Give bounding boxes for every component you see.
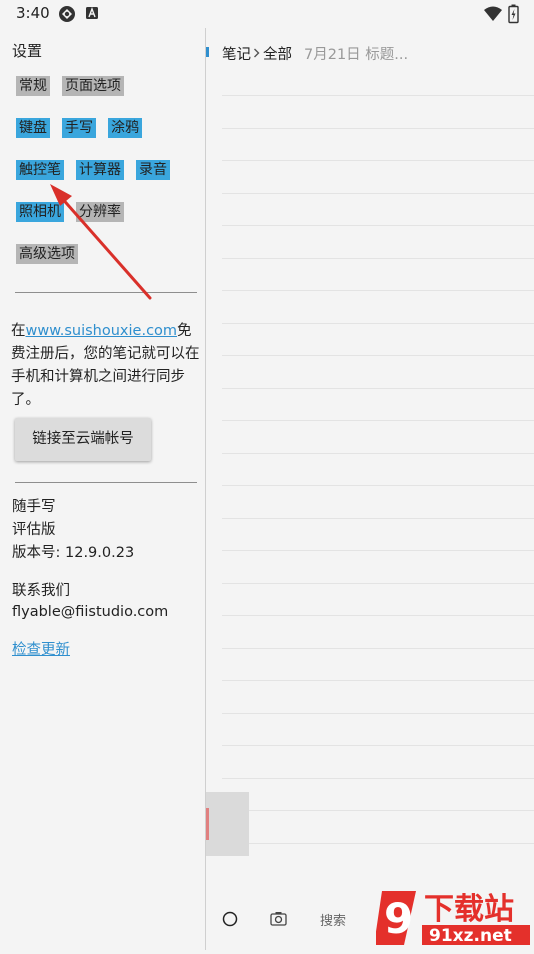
annotation-arrow-icon xyxy=(50,184,152,300)
watermark-brand: 下载站 xyxy=(424,892,514,927)
watermark-number: 9 xyxy=(384,894,413,943)
watermark-logo: 9 下载站 91xz.net xyxy=(374,883,534,950)
watermark-badge-icon: 9 下载站 91xz.net xyxy=(374,891,530,946)
watermark-url: 91xz.net xyxy=(429,926,512,946)
